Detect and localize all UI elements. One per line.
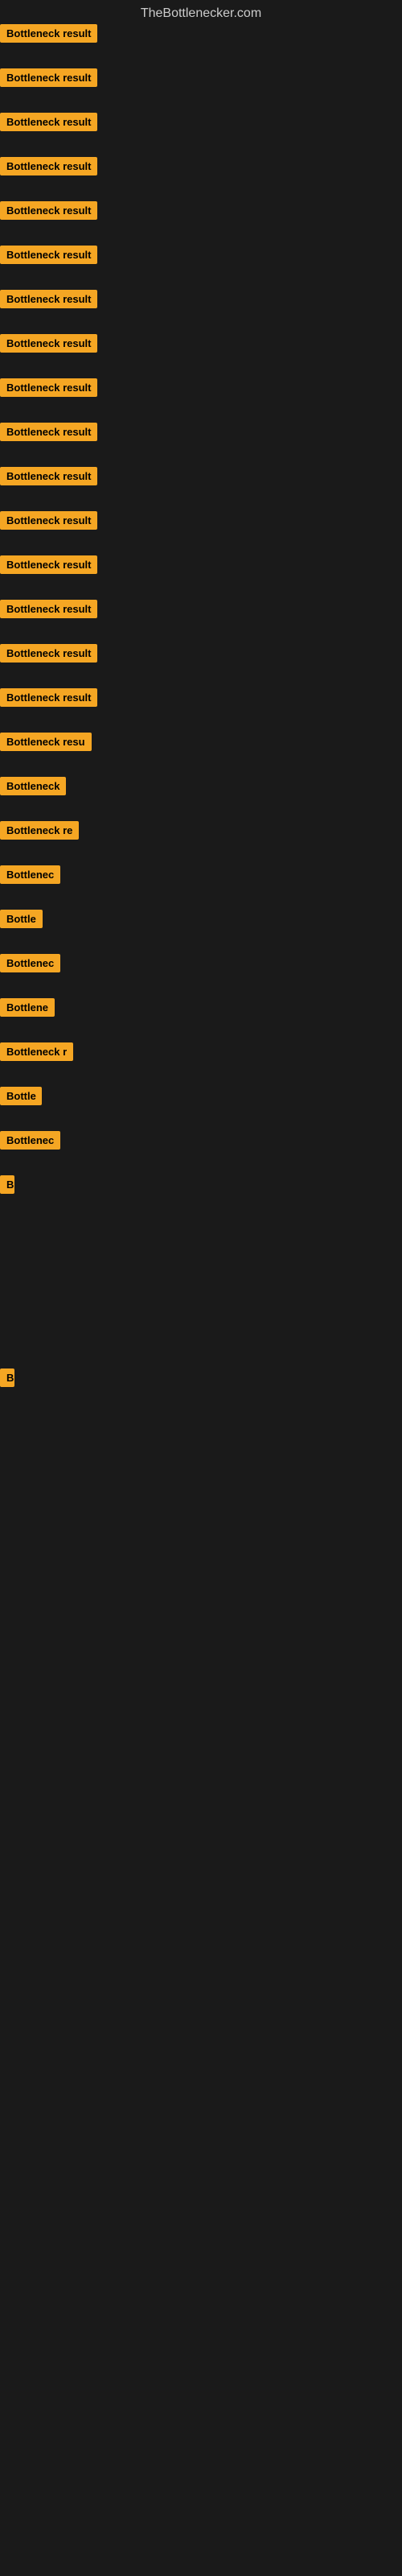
bottleneck-item: Bottlenec [0, 865, 60, 884]
bottleneck-item: Bottleneck [0, 777, 66, 795]
site-title: TheBottlenecker.com [0, 0, 402, 27]
bottleneck-item: Bottleneck result [0, 68, 97, 87]
bottleneck-item: Bottleneck r [0, 1042, 73, 1061]
bottleneck-item: Bottleneck result [0, 113, 97, 131]
bottleneck-item: Bottleneck result [0, 24, 97, 43]
bottleneck-item: Bottlenec [0, 1131, 60, 1150]
bottleneck-item: Bottleneck result [0, 201, 97, 220]
bottleneck-item: Bottle [0, 1087, 42, 1105]
bottleneck-item: Bottleneck result [0, 467, 97, 485]
bottleneck-item: B [0, 1175, 14, 1194]
bottleneck-item: Bottlene [0, 998, 55, 1017]
bottleneck-item: Bottleneck result [0, 511, 97, 530]
bottleneck-item: Bottleneck result [0, 644, 97, 663]
bottleneck-item: Bottleneck result [0, 246, 97, 264]
bottleneck-item: Bottleneck result [0, 423, 97, 441]
bottleneck-item: Bottleneck result [0, 378, 97, 397]
bottleneck-item: Bottleneck result [0, 600, 97, 618]
bottleneck-item: Bottleneck result [0, 555, 97, 574]
bottleneck-item: Bottleneck result [0, 688, 97, 707]
bottleneck-item: Bottleneck result [0, 290, 97, 308]
bottleneck-item: B [0, 1368, 14, 1387]
bottleneck-item: Bottleneck result [0, 157, 97, 175]
bottleneck-item: Bottlenec [0, 954, 60, 972]
bottleneck-item: Bottleneck resu [0, 733, 92, 751]
bottleneck-item: Bottleneck re [0, 821, 79, 840]
bottleneck-item: Bottleneck result [0, 334, 97, 353]
bottleneck-item: Bottle [0, 910, 43, 928]
